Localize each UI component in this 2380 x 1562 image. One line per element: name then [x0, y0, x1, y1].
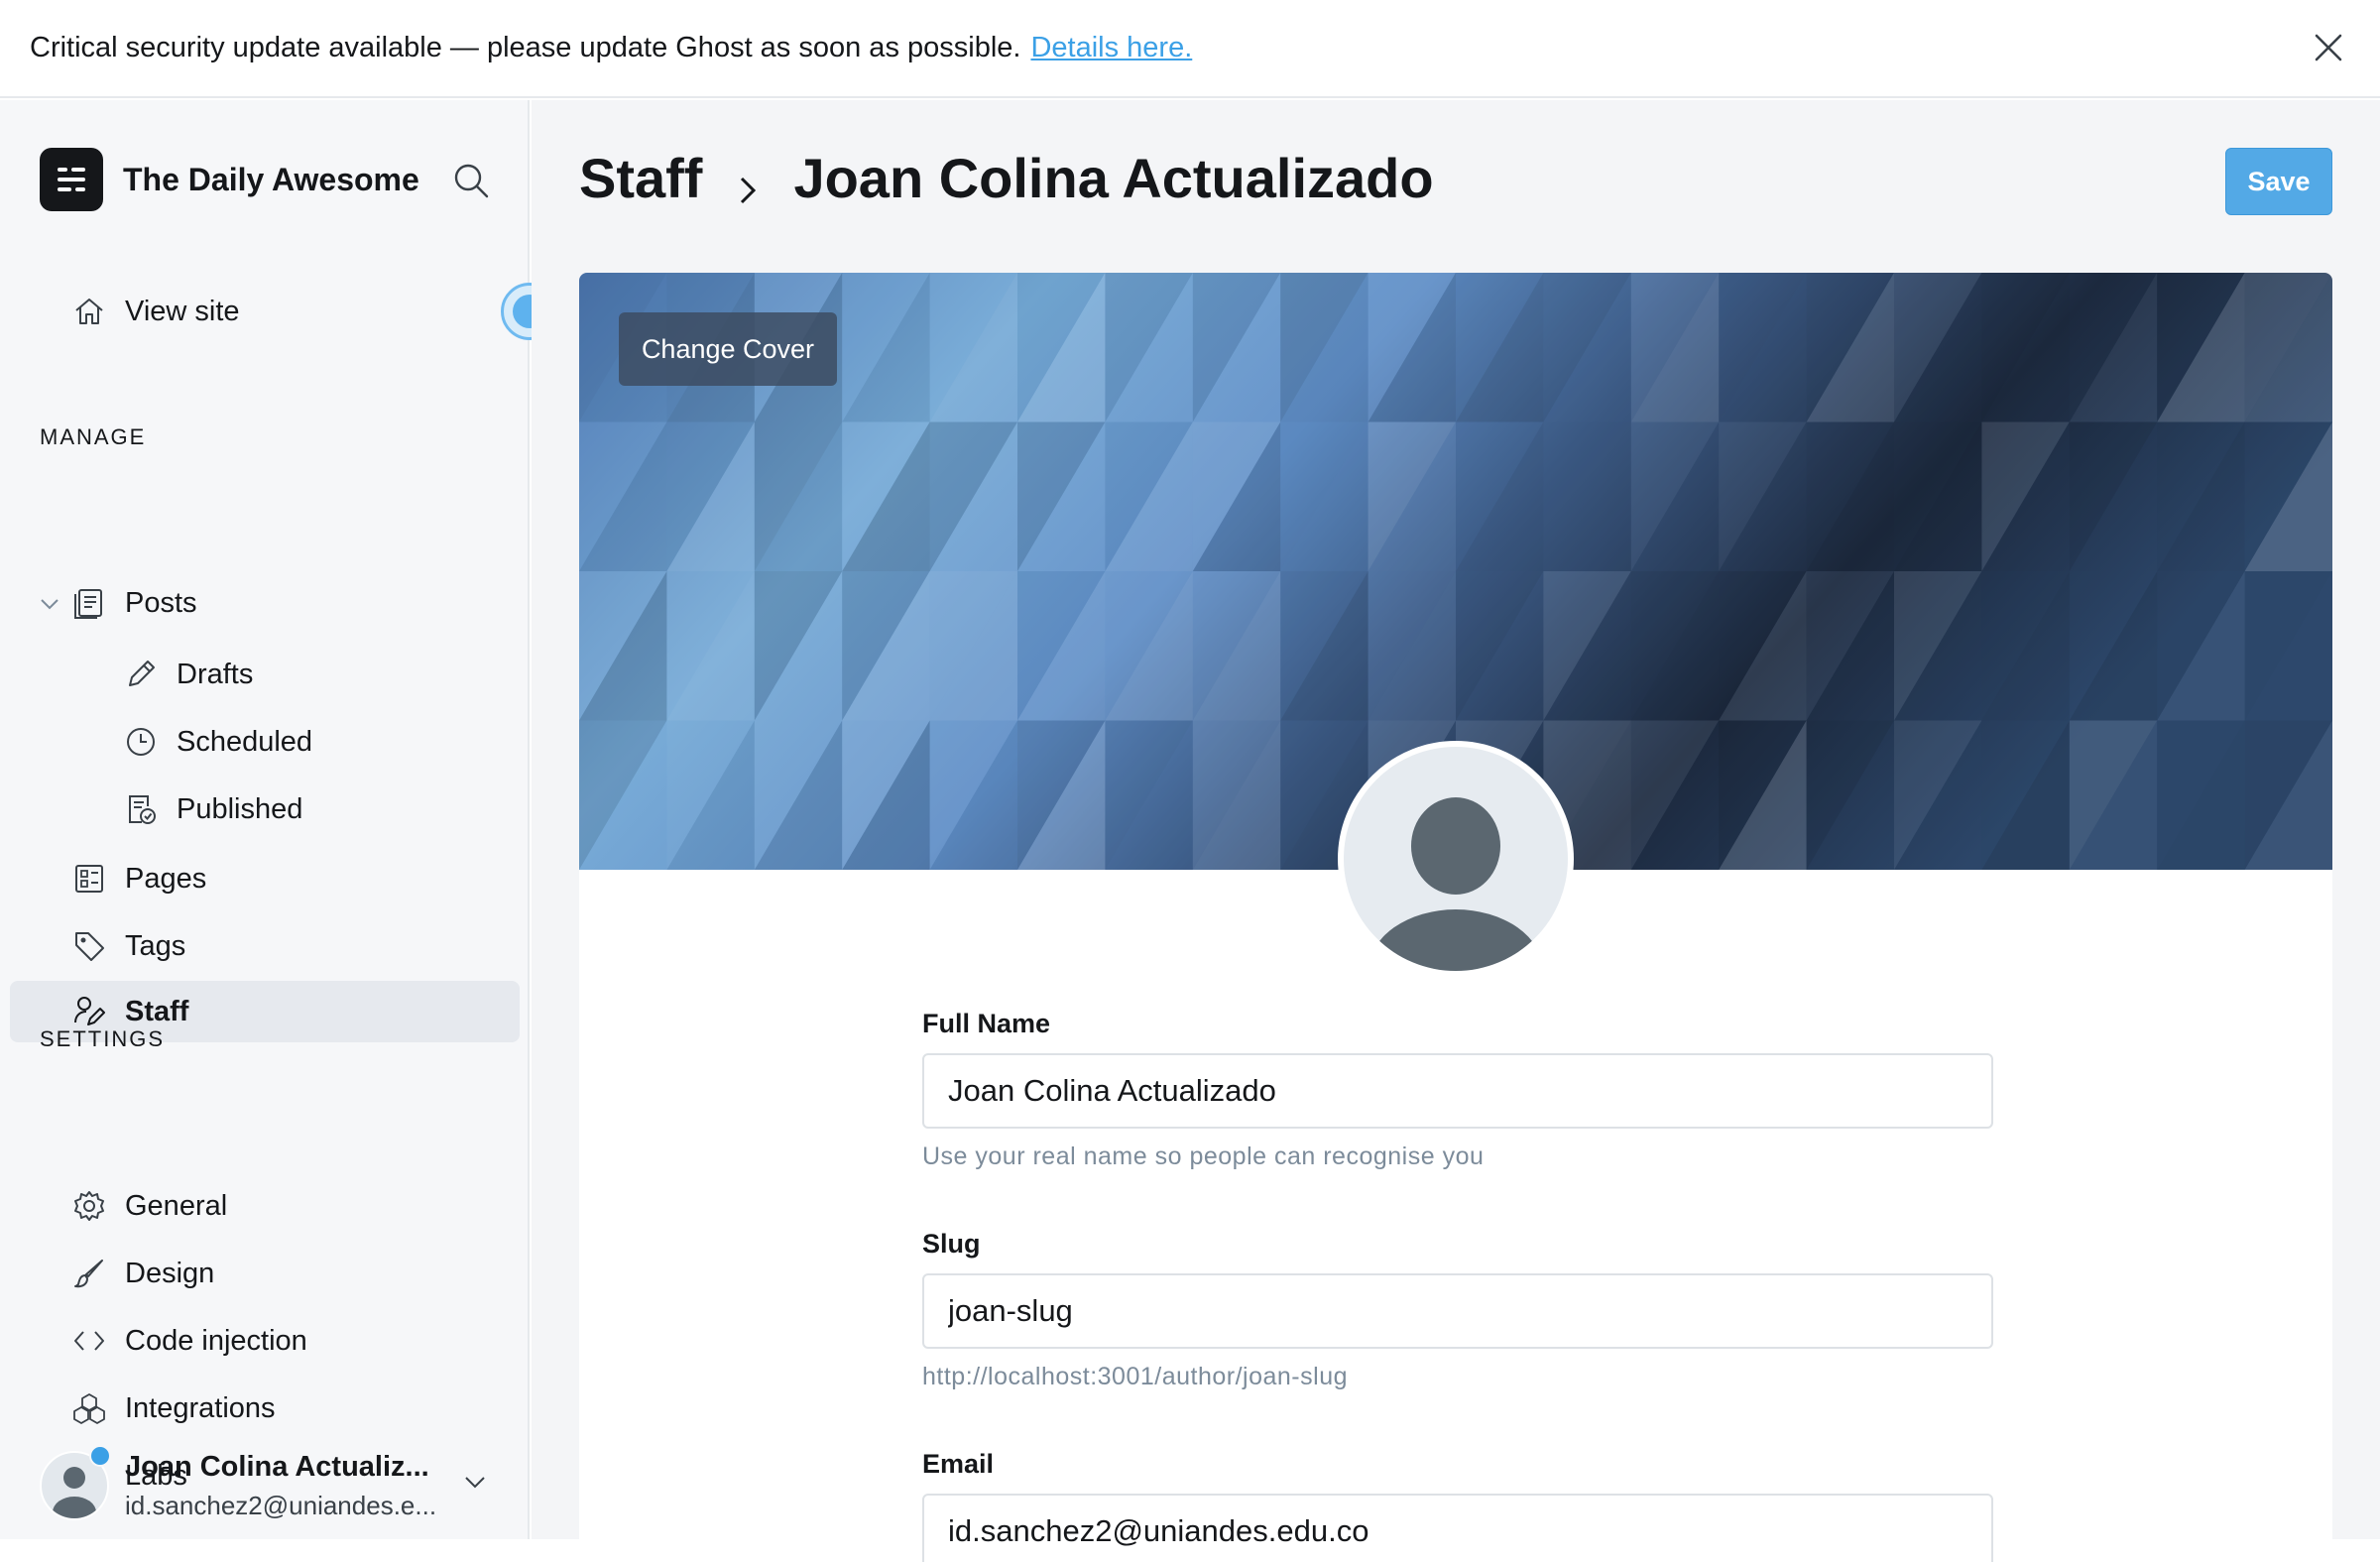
nav-drafts-label: Drafts: [177, 658, 254, 690]
email-label: Email: [922, 1449, 995, 1479]
pages-icon: [71, 861, 107, 897]
breadcrumb: Staff Joan Colina Actualizado: [579, 146, 1434, 210]
full-name-hint: Use your real name so people can recogni…: [922, 1142, 1485, 1170]
nav-tags[interactable]: Tags: [10, 915, 520, 977]
chevron-right-icon: [728, 159, 768, 203]
brand[interactable]: The Daily Awesome: [40, 148, 419, 211]
nav-code-injection-label: Code injection: [125, 1324, 307, 1357]
nav-general-label: General: [125, 1189, 228, 1222]
banner-message: Critical security update available — ple…: [30, 32, 1021, 63]
gear-icon: [71, 1188, 107, 1224]
nav-tags-label: Tags: [125, 929, 186, 962]
full-name-input[interactable]: [922, 1053, 1993, 1129]
nav-integrations[interactable]: Integrations: [10, 1378, 520, 1439]
slug-url-hint: http://localhost:3001/author/joan-slug: [922, 1363, 1348, 1390]
full-name-label: Full Name: [922, 1009, 1051, 1038]
nav-view-site[interactable]: View site: [10, 281, 520, 342]
nav-scheduled-label: Scheduled: [177, 725, 313, 758]
settings-section-label: SETTINGS: [40, 1026, 166, 1051]
pencil-icon: [123, 657, 159, 692]
nav-integrations-label: Integrations: [125, 1391, 276, 1424]
user-email: id.sanchez2@uniandes.e...: [125, 1491, 437, 1520]
nav-view-site-label: View site: [125, 295, 240, 327]
code-icon: [71, 1323, 107, 1359]
site-name: The Daily Awesome: [123, 161, 419, 197]
page-title: Joan Colina Actualizado: [793, 147, 1434, 209]
integrations-icon: [71, 1390, 107, 1426]
posts-icon: [71, 585, 107, 621]
nav-staff-label: Staff: [125, 995, 189, 1027]
nav-published-label: Published: [177, 792, 303, 825]
tag-icon: [71, 928, 107, 964]
nav-pages-label: Pages: [125, 862, 207, 895]
nav-posts[interactable]: Posts: [10, 572, 520, 634]
staff-icon: [71, 994, 107, 1029]
change-cover-button[interactable]: Change Cover: [619, 312, 837, 386]
nav-published[interactable]: Published: [10, 779, 520, 840]
save-button[interactable]: Save: [2225, 148, 2332, 215]
ghost-logo-icon: [40, 148, 103, 211]
main-content: Staff Joan Colina Actualizado Save Chang…: [532, 100, 2380, 1562]
nav-posts-label: Posts: [125, 586, 197, 619]
published-icon: [123, 791, 159, 827]
email-group: Email: [922, 1449, 1993, 1562]
nav-scheduled[interactable]: Scheduled: [10, 711, 520, 773]
user-name: Joan Colina Actualiz...: [125, 1451, 429, 1483]
clock-icon: [123, 724, 159, 760]
nav-code-injection[interactable]: Code injection: [10, 1310, 520, 1372]
slug-input[interactable]: [922, 1273, 1993, 1349]
sidebar: The Daily Awesome View site MANAGE Posts…: [0, 100, 558, 1539]
nav-general[interactable]: General: [10, 1175, 520, 1237]
nav-design-label: Design: [125, 1257, 215, 1289]
chevron-down-icon[interactable]: [460, 1467, 490, 1497]
user-menu[interactable]: Joan Colina Actualiz... id.sanchez2@unia…: [40, 1445, 506, 1524]
breadcrumb-staff-link[interactable]: Staff: [579, 146, 702, 210]
slug-label: Slug: [922, 1229, 981, 1259]
profile-picture[interactable]: [1338, 741, 1574, 977]
search-icon[interactable]: [452, 162, 490, 199]
full-name-group: Full Name Use your real name so people c…: [922, 1009, 1993, 1171]
manage-section-label: MANAGE: [40, 424, 147, 449]
notification-badge: [89, 1445, 111, 1467]
close-icon[interactable]: [2311, 30, 2346, 65]
slug-group: Slug http://localhost:3001/author/joan-s…: [922, 1229, 1993, 1391]
nav-pages[interactable]: Pages: [10, 848, 520, 909]
staff-card: Change Cover Full Name Use your real nam…: [579, 273, 2332, 1562]
brush-icon: [71, 1256, 107, 1291]
email-input[interactable]: [922, 1494, 1993, 1562]
nav-drafts[interactable]: Drafts: [10, 644, 520, 705]
avatar-icon: [1368, 797, 1543, 971]
security-banner: Critical security update available — ple…: [0, 0, 2380, 98]
banner-details-link[interactable]: Details here.: [1030, 32, 1192, 64]
nav-design[interactable]: Design: [10, 1243, 520, 1304]
home-icon: [71, 294, 107, 329]
